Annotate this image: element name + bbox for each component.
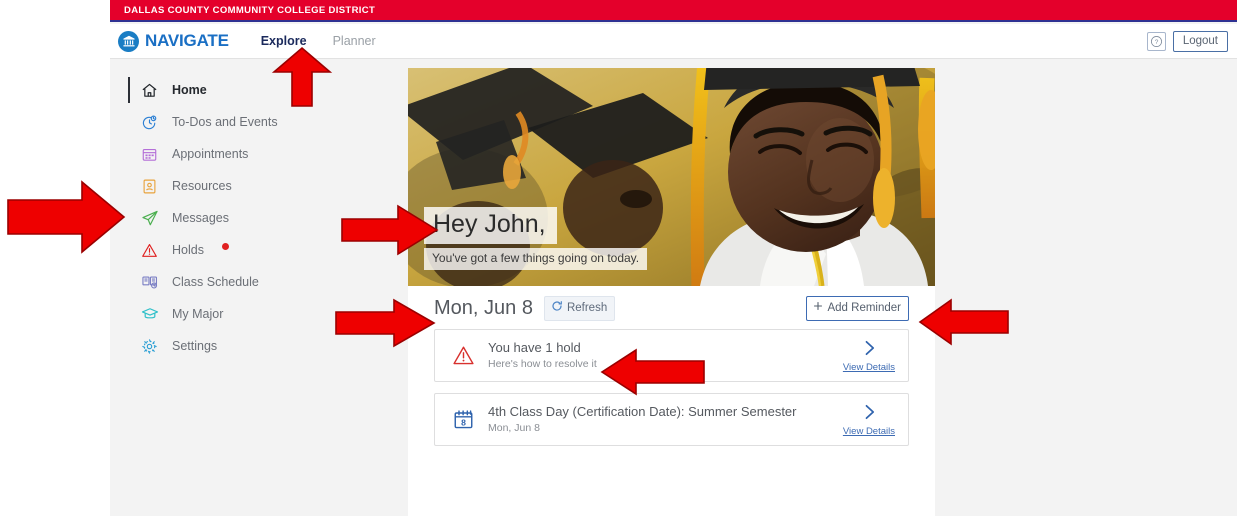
district-banner: DALLAS COUNTY COMMUNITY COLLEGE DISTRICT: [110, 0, 1237, 22]
hero-greeting: Hey John,: [424, 207, 557, 244]
view-details-link[interactable]: View Details: [843, 402, 895, 437]
sidebar-item-to-dos-and-events[interactable]: To-Dos and Events: [110, 106, 408, 138]
sidebar-item-resources[interactable]: Resources: [110, 170, 408, 202]
warning-triangle-icon: [451, 344, 475, 367]
screenshot-root: DALLAS COUNTY COMMUNITY COLLEGE DISTRICT…: [0, 0, 1237, 516]
top-right-controls: ? Logout: [1147, 31, 1237, 52]
view-details-label: View Details: [843, 426, 895, 437]
hero-text-block: Hey John, You've got a few things going …: [424, 207, 647, 270]
warning-triangle-icon: [140, 241, 159, 260]
view-details-label: View Details: [843, 362, 895, 373]
sidebar-item-settings[interactable]: Settings: [110, 330, 408, 362]
graduation-cap-icon: [140, 305, 159, 324]
sidebar-item-home[interactable]: Home: [110, 74, 408, 106]
chevron-right-icon: [859, 402, 879, 427]
sidebar-item-label: Class Schedule: [172, 275, 259, 289]
add-reminder-label: Add Reminder: [827, 302, 901, 314]
sidebar-item-label: Resources: [172, 179, 232, 193]
paper-plane-icon: [140, 209, 159, 228]
class-day-card[interactable]: 8 4th Class Day (Certification Date): Su…: [434, 393, 909, 446]
navigate-app: DALLAS COUNTY COMMUNITY COLLEGE DISTRICT…: [110, 0, 1237, 516]
svg-text:?: ?: [1155, 38, 1159, 45]
hold-card[interactable]: You have 1 hold Here's how to resolve it…: [434, 329, 909, 382]
card-subtitle: Mon, Jun 8: [488, 421, 796, 435]
chevron-right-icon: [859, 338, 879, 363]
top-navigation-bar: NAVIGATE Explore Planner ? Logout: [110, 24, 1237, 59]
sidebar-item-label: Appointments: [172, 147, 248, 161]
nav-tabs: Explore Planner: [261, 34, 376, 48]
card-title: 4th Class Day (Certification Date): Summ…: [488, 404, 796, 420]
sidebar-item-label: To-Dos and Events: [172, 115, 278, 129]
gear-icon: [140, 337, 159, 356]
sidebar-item-label: Messages: [172, 211, 229, 225]
main-content-panel: Hey John, You've got a few things going …: [408, 68, 935, 516]
help-button[interactable]: ?: [1147, 32, 1166, 51]
add-reminder-button[interactable]: Add Reminder: [806, 296, 909, 321]
calendar-date-icon: 8: [451, 408, 475, 431]
logout-button[interactable]: Logout: [1173, 31, 1228, 52]
sidebar-item-messages[interactable]: Messages: [110, 202, 408, 234]
today-header-row: Mon, Jun 8 Refresh: [408, 286, 935, 324]
hero-banner: Hey John, You've got a few things going …: [408, 68, 935, 286]
sidebar: Home To-Dos and Events: [110, 60, 408, 516]
calendar-grid-icon: [140, 145, 159, 164]
sidebar-item-my-major[interactable]: My Major: [110, 298, 408, 330]
tab-explore[interactable]: Explore: [261, 34, 307, 48]
sidebar-item-label: Settings: [172, 339, 217, 353]
refresh-icon: [551, 299, 563, 317]
brand-logo[interactable]: NAVIGATE: [110, 31, 229, 52]
plus-icon: [812, 299, 824, 317]
view-details-link[interactable]: View Details: [843, 338, 895, 373]
hold-card-texts: You have 1 hold Here's how to resolve it: [488, 340, 597, 371]
sidebar-item-label: Home: [172, 83, 207, 97]
home-icon: [140, 81, 159, 100]
sidebar-item-appointments[interactable]: Appointments: [110, 138, 408, 170]
class-day-card-texts: 4th Class Day (Certification Date): Summ…: [488, 404, 796, 435]
sidebar-item-class-schedule[interactable]: Class Schedule: [110, 266, 408, 298]
card-subtitle: Here's how to resolve it: [488, 357, 597, 371]
today-cards-list: You have 1 hold Here's how to resolve it…: [408, 324, 935, 446]
sidebar-item-label: Holds: [172, 243, 204, 257]
brand-name: NAVIGATE: [145, 31, 229, 51]
page-title: Mon, Jun 8: [434, 297, 533, 320]
todo-clock-icon: [140, 113, 159, 132]
holds-badge-dot: [222, 243, 229, 250]
sidebar-item-label: My Major: [172, 307, 223, 321]
tab-planner[interactable]: Planner: [333, 34, 376, 48]
sidebar-item-holds[interactable]: Holds: [110, 234, 408, 266]
calendar-day-number: 8: [461, 417, 466, 427]
hero-subtitle: You've got a few things going on today.: [424, 248, 647, 270]
district-name: DALLAS COUNTY COMMUNITY COLLEGE DISTRICT: [110, 5, 375, 16]
class-schedule-icon: [140, 273, 159, 292]
refresh-button[interactable]: Refresh: [544, 296, 615, 321]
refresh-label: Refresh: [567, 302, 607, 314]
card-title: You have 1 hold: [488, 340, 597, 356]
bank-building-icon: [118, 31, 139, 52]
id-card-icon: [140, 177, 159, 196]
